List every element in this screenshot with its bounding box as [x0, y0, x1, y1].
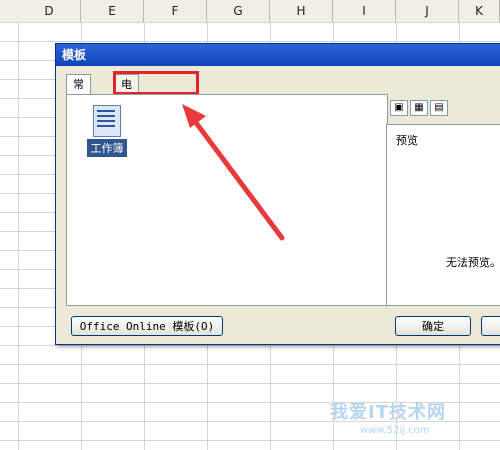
preview-panel: ▣ ▦ ▤ 预览 无法预览。	[386, 94, 500, 306]
preview-message: 无法预览。	[446, 256, 500, 269]
preview-label: 预览	[396, 132, 418, 148]
workbook-icon	[93, 105, 121, 137]
watermark-text: 我爱IT技术网	[330, 402, 446, 423]
large-icons-view-icon[interactable]: ▣	[390, 100, 408, 116]
highlight-box	[113, 71, 199, 95]
tab-common[interactable]: 常用	[66, 74, 91, 111]
template-dialog: 模板 常用 电子方案表格 工作簿 ▣ ▦ ▤ 预览 无法预览。 Office O…	[55, 43, 500, 345]
template-list[interactable]: 工作簿	[66, 94, 388, 306]
column-header-j[interactable]: J	[396, 0, 459, 22]
workbook-item[interactable]: 工作簿	[87, 105, 127, 157]
column-header-k[interactable]: K	[459, 0, 500, 22]
column-headers: D E F G H I J K	[0, 0, 500, 23]
watermark-url: www.52ij.com	[360, 425, 430, 436]
cancel-button[interactable]	[481, 316, 500, 336]
column-header-e[interactable]: E	[81, 0, 144, 22]
office-online-templates-button[interactable]: Office Online 模板(O)	[71, 316, 223, 336]
column-header-h[interactable]: H	[270, 0, 333, 22]
column-header-f[interactable]: F	[144, 0, 207, 22]
workbook-label: 工作簿	[87, 139, 127, 157]
list-view-icon[interactable]: ▦	[410, 100, 428, 116]
dialog-title: 模板	[56, 44, 500, 66]
watermark-logo: 我爱IT技术网 www.52ij.com	[300, 370, 500, 450]
details-view-icon[interactable]: ▤	[430, 100, 448, 116]
column-header-g[interactable]: G	[207, 0, 270, 22]
column-header-d[interactable]: D	[18, 0, 81, 22]
column-header-i[interactable]: I	[333, 0, 396, 22]
ok-button[interactable]: 确定	[395, 316, 471, 336]
preview-box	[386, 124, 500, 306]
